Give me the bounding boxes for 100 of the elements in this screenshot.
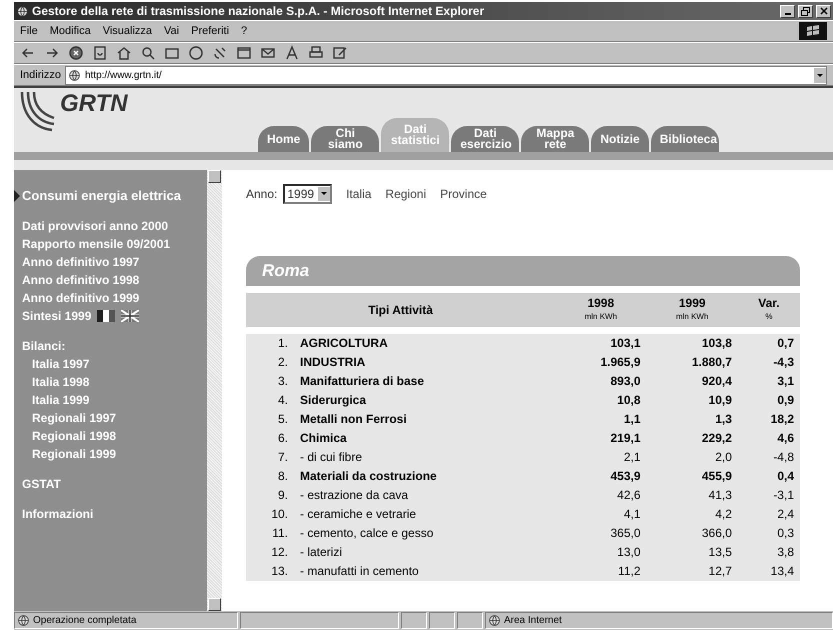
table-cell: 2,0: [646, 448, 738, 467]
table-cell: 1,3: [646, 410, 738, 429]
status-zone: Area Internet: [485, 612, 833, 629]
british-flag-icon[interactable]: [121, 310, 140, 322]
stop-icon[interactable]: [68, 45, 84, 61]
table-cell: 42,6: [555, 486, 646, 505]
sidebar-link[interactable]: Italia 1997: [14, 357, 207, 371]
table-cell: INDUSTRIA: [294, 353, 556, 372]
sidebar-link[interactable]: Regionali 1999: [14, 447, 207, 461]
sidebar-link[interactable]: Informazioni: [14, 507, 207, 521]
table-cell: -4,3: [738, 353, 800, 372]
sidebar-link[interactable]: GSTAT: [14, 477, 207, 491]
dropdown-icon[interactable]: [318, 187, 330, 201]
table-cell: - estrazione da cava: [294, 486, 556, 505]
table-cell: 893,0: [555, 372, 646, 391]
nav-tab[interactable]: Mappa rete: [521, 126, 590, 152]
row-number: 9.: [246, 486, 294, 505]
table-cell: 13,0: [555, 543, 646, 562]
table-cell: 3,8: [738, 543, 800, 562]
logo-arcs-icon: [20, 90, 56, 134]
close-button[interactable]: [816, 4, 831, 18]
menu-item[interactable]: Preferiti: [191, 25, 230, 37]
sidebar-link[interactable]: Italia 1998: [14, 375, 207, 389]
table-cell: 41,3: [646, 486, 738, 505]
sidebar-link[interactable]: Sintesi 1999: [14, 309, 207, 323]
table-cell: 0,7: [738, 334, 800, 353]
home-icon[interactable]: [116, 45, 132, 61]
sidebar-link[interactable]: Anno definitivo 1998: [14, 273, 207, 287]
edit-icon[interactable]: [332, 45, 348, 61]
sidebar-link[interactable]: Anno definitivo 1999: [14, 291, 207, 305]
sidebar-link[interactable]: Rapporto mensile 09/2001: [14, 237, 207, 251]
menu-item[interactable]: ?: [241, 25, 248, 37]
table-cell: - ceramiche e vetrarie: [294, 505, 556, 524]
sidebar-link[interactable]: Consumi energia elettrica: [14, 188, 207, 203]
table-cell: 18,2: [738, 410, 800, 429]
menu-item[interactable]: Visualizza: [102, 25, 152, 37]
sidebar-link[interactable]: Regionali 1997: [14, 411, 207, 425]
menu-item[interactable]: File: [20, 25, 38, 37]
year-select[interactable]: 1999: [283, 184, 332, 204]
address-label: Indirizzo: [20, 69, 61, 81]
table-cell: 4,2: [646, 505, 738, 524]
filter-link[interactable]: Province: [440, 187, 487, 201]
table-cell: 0,3: [738, 524, 800, 543]
menu-item[interactable]: Vai: [164, 25, 180, 37]
row-number: 1.: [246, 334, 294, 353]
row-number: 11.: [246, 524, 294, 543]
table-cell: 920,4: [646, 372, 738, 391]
row-number: 4.: [246, 391, 294, 410]
table-cell: 11,2: [555, 562, 646, 581]
table-cell: 10,9: [646, 391, 738, 410]
row-number: 8.: [246, 467, 294, 486]
row-number: 13.: [246, 562, 294, 581]
filter-link[interactable]: Regioni: [385, 187, 426, 201]
table-cell: - di cui fibre: [294, 448, 556, 467]
table-cell: 103,8: [646, 334, 738, 353]
row-number: 12.: [246, 543, 294, 562]
dropdown-icon[interactable]: [814, 68, 826, 82]
table-cell: 1.965,9: [555, 353, 646, 372]
sidebar-link[interactable]: Regionali 1998: [14, 429, 207, 443]
sidebar-link[interactable]: Dati provvisori anno 2000: [14, 219, 207, 233]
table-cell: Materiali da costruzione: [294, 467, 556, 486]
minimize-button[interactable]: [780, 4, 795, 18]
table-cell: 4,6: [738, 429, 800, 448]
table-cell: - cemento, calce e gesso: [294, 524, 556, 543]
table-cell: 3,1: [738, 372, 800, 391]
nav-tab[interactable]: Notizie: [591, 126, 649, 152]
table-cell: 453,9: [555, 467, 646, 486]
sidebar-scrollbar[interactable]: [207, 170, 222, 611]
table-title: Roma: [246, 256, 800, 286]
table-cell: 10,8: [555, 391, 646, 410]
window-title: Gestore della rete di trasmissione nazionale S.p.A. - Microsoft Internet Explorer: [32, 4, 486, 18]
table-cell: 12,7: [646, 562, 738, 581]
pointer-icon: [14, 190, 20, 202]
nav-tab[interactable]: Dati esercizio: [451, 126, 520, 152]
table-cell: 366,0: [646, 524, 738, 543]
nav-tab[interactable]: Home: [258, 126, 310, 152]
address-field[interactable]: http://www.grtn.it/: [64, 66, 827, 84]
table-cell: -3,1: [738, 486, 800, 505]
search-icon[interactable]: [140, 45, 156, 61]
window-icon[interactable]: [236, 45, 252, 61]
sidebar-link[interactable]: Anno definitivo 1997: [14, 255, 207, 269]
nav-tab[interactable]: Chi siamo: [311, 126, 380, 152]
row-number: 6.: [246, 429, 294, 448]
filter-link[interactable]: Italia: [346, 187, 372, 201]
table-cell: 0,4: [738, 467, 800, 486]
sidebar-link[interactable]: Italia 1999: [14, 393, 207, 407]
nav-tab[interactable]: Biblioteca: [650, 126, 719, 152]
row-number: 2.: [246, 353, 294, 372]
table-cell: AGRICOLTURA: [294, 334, 556, 353]
italian-flag-icon[interactable]: [97, 310, 116, 322]
table-cell: Metalli non Ferrosi: [294, 410, 556, 429]
page-icon: [68, 68, 81, 82]
restore-button[interactable]: [798, 4, 813, 18]
sidebar-link[interactable]: Bilanci:: [14, 339, 207, 353]
table-cell: 0,9: [738, 391, 800, 410]
font-icon[interactable]: [284, 45, 300, 61]
table-cell: 229,2: [646, 429, 738, 448]
menu-item[interactable]: Modifica: [50, 25, 91, 37]
table-cell: 1.880,7: [646, 353, 738, 372]
table-cell: 1,1: [555, 410, 646, 429]
